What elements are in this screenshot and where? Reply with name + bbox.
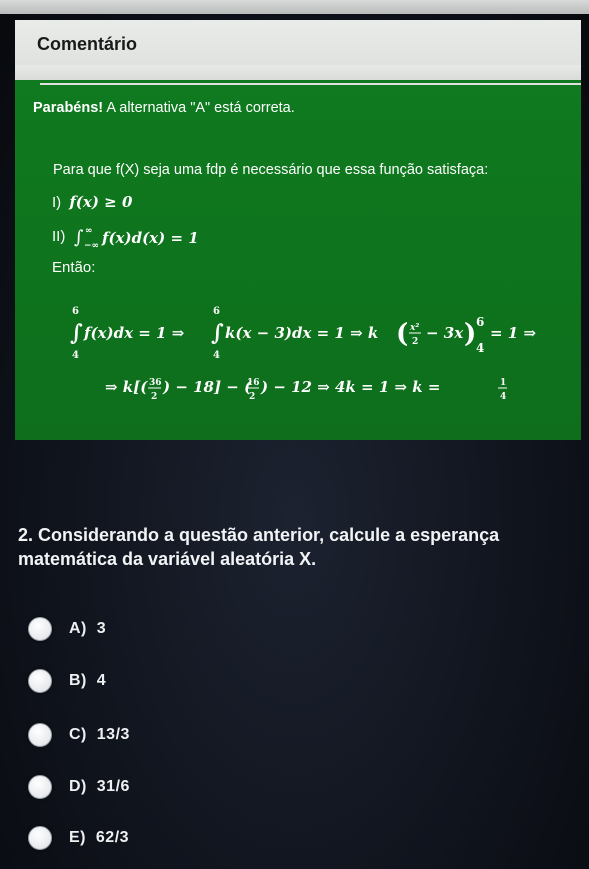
svg-text:− 3x: − 3x	[426, 324, 464, 342]
condition-one-label: I)	[52, 194, 62, 211]
svg-text:2: 2	[249, 392, 255, 402]
svg-text:= 1 ⇒: = 1 ⇒	[490, 324, 536, 342]
radio-button[interactable]	[28, 669, 52, 693]
comment-header: Comentário	[15, 20, 581, 65]
svg-text:∞: ∞	[85, 226, 93, 236]
condition-one-math: f(x) ≥ 0	[69, 193, 133, 211]
result-text: A alternativa "A" está correta.	[106, 100, 295, 116]
svg-text:1: 1	[500, 378, 506, 388]
svg-text:6: 6	[213, 306, 220, 317]
option-label: E) 62/3	[69, 829, 130, 846]
then-label: Então:	[52, 259, 96, 276]
svg-text:∫: ∫	[74, 227, 84, 248]
svg-text:4: 4	[72, 350, 79, 361]
svg-text:6: 6	[72, 306, 79, 317]
svg-text:−∞: −∞	[84, 241, 99, 249]
question-text: 2. Considerando a questão anterior, calc…	[18, 525, 500, 569]
svg-text:f(x)dx = 1 ⇒: f(x)dx = 1 ⇒	[83, 324, 185, 342]
svg-text:4: 4	[213, 350, 220, 361]
svg-text:k(x − 3)dx = 1 ⇒ k: k(x − 3)dx = 1 ⇒ k	[225, 324, 378, 342]
radio-button[interactable]	[28, 826, 52, 850]
option-label: B) 4	[69, 672, 107, 689]
success-message: Parabéns! A alternativa "A" está correta…	[33, 100, 295, 116]
svg-text:f(x)d(x) = 1: f(x)d(x) = 1	[101, 229, 199, 247]
option-label: D) 31/6	[69, 778, 130, 795]
derivation-line-1: 6 ∫ 4 f(x)dx = 1 ⇒ 6 ∫ 4 k(x − 3)dx = 1 …	[70, 306, 536, 361]
condition-two: II) ∫ ∞ −∞ f(x)d(x) = 1	[52, 225, 232, 251]
top-strip	[0, 0, 589, 14]
radio-button[interactable]	[28, 723, 52, 747]
svg-text:16: 16	[247, 378, 260, 388]
condition-two-math: ∫ ∞ −∞ f(x)d(x) = 1	[74, 226, 199, 251]
svg-text:(: (	[396, 319, 408, 349]
svg-text:) − 18] − (: ) − 18] − (	[162, 378, 252, 396]
svg-text:): )	[464, 319, 476, 349]
divider	[40, 83, 581, 85]
svg-text:4: 4	[500, 392, 506, 402]
condition-one: I) f(x) ≥ 0	[52, 193, 132, 211]
svg-text:2: 2	[412, 337, 418, 347]
radio-button[interactable]	[28, 617, 52, 641]
option-a[interactable]: A) 3	[28, 614, 106, 644]
svg-text:) − 12 ⇒ 4k = 1 ⇒ k =: ) − 12 ⇒ 4k = 1 ⇒ k =	[260, 378, 440, 396]
option-label: C) 13/3	[69, 726, 130, 743]
svg-text:36: 36	[149, 378, 162, 388]
option-c[interactable]: C) 13/3	[28, 720, 130, 750]
svg-text:∫: ∫	[211, 320, 224, 346]
svg-text:6: 6	[476, 315, 484, 329]
option-b[interactable]: B) 4	[28, 666, 106, 696]
congrats-text: Parabéns!	[33, 100, 104, 116]
svg-text:x²: x²	[409, 323, 419, 333]
pdf-conditions-intro: Para que f(X) seja uma fdp é necessário …	[53, 162, 489, 178]
radio-button[interactable]	[28, 775, 52, 799]
feedback-panel: Parabéns! A alternativa "A" está correta…	[15, 80, 581, 440]
comment-title: Comentário	[37, 34, 138, 54]
option-label: A) 3	[69, 620, 107, 637]
condition-two-label: II)	[52, 227, 66, 245]
derivation-line-2: ⇒ k[( 36 2 ) − 18] − ( 16 2 ) − 12 ⇒ 4k …	[105, 378, 507, 402]
comment-header-bottom	[15, 65, 581, 80]
option-e[interactable]: E) 62/3	[28, 823, 129, 853]
svg-text:4: 4	[476, 341, 484, 355]
svg-text:∫: ∫	[70, 320, 83, 346]
svg-text:2: 2	[151, 392, 157, 402]
svg-text:⇒ k[(: ⇒ k[(	[105, 378, 148, 396]
option-d[interactable]: D) 31/6	[28, 772, 130, 802]
